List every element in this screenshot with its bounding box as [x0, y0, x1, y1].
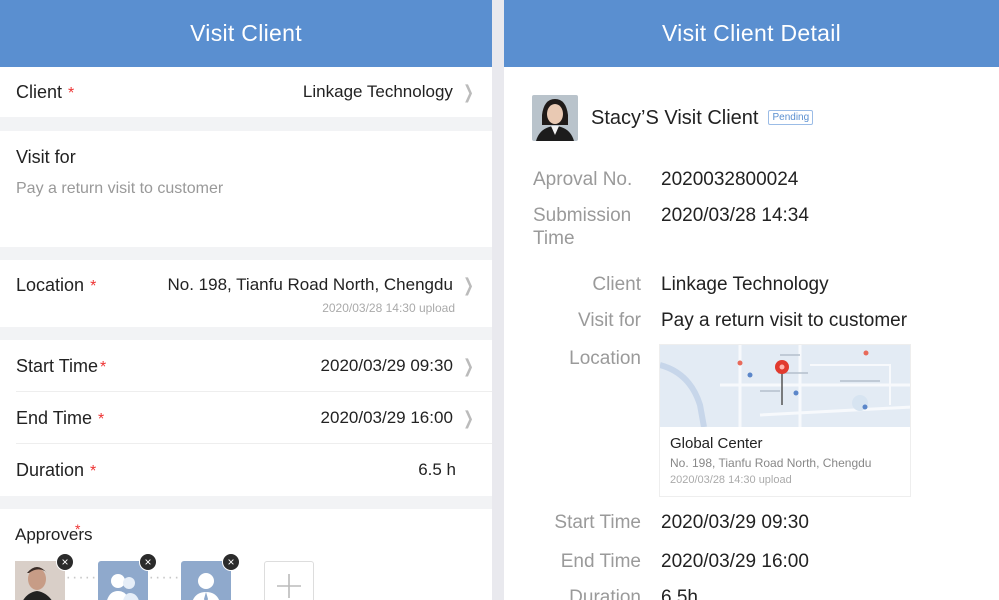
avatar — [532, 95, 578, 141]
detail-title-row: Stacy’S Visit Client Pending — [504, 67, 999, 141]
client-value: Linkage Technology — [302, 82, 453, 101]
end-time-value: 2020/03/29 16:00 — [661, 551, 809, 572]
visit-for-row: Visit for Pay a return visit to customer — [504, 309, 999, 332]
visit-client-form-panel: Visit Client Client * Linkage Technology… — [0, 0, 492, 600]
end-time-row: End Time 2020/03/29 16:00 — [504, 550, 999, 573]
required-mark: * — [100, 359, 107, 376]
approvers-card: Approvers * × ····· × ····· × — [0, 509, 492, 600]
remove-approver-icon[interactable]: × — [56, 553, 74, 571]
location-value: No. 198, Tianfu Road North, Chengdu — [167, 275, 453, 294]
chevron-right-icon: ❯ — [463, 407, 474, 428]
required-mark: * — [98, 411, 105, 428]
submission-time-value: 2020/03/28 14:34 — [661, 205, 809, 226]
client-field[interactable]: Client * Linkage Technology ❯ — [0, 67, 492, 117]
location-upload-note: 2020/03/28 14:30 upload — [670, 474, 792, 486]
start-time-value: 2020/03/29 09:30 — [320, 356, 453, 375]
visit-for-label: Visit for — [577, 310, 641, 331]
required-mark: * — [90, 463, 97, 480]
detail-header: Visit Client Detail — [504, 0, 999, 67]
start-time-value: 2020/03/29 09:30 — [661, 512, 809, 533]
start-time-label: Start Time — [16, 355, 99, 376]
add-approver-button[interactable] — [264, 561, 314, 600]
approver-list: × ····· × ····· × — [15, 553, 477, 600]
visit-for-field[interactable]: Visit for Pay a return visit to customer — [0, 131, 492, 247]
approval-no-label: Aproval No. — [533, 169, 633, 190]
location-map-card[interactable]: Global Center No. 198, Tianfu Road North… — [659, 344, 911, 497]
duration-value: 6.5h — [661, 587, 698, 600]
remove-approver-icon[interactable]: × — [222, 553, 240, 571]
visit-for-label: Visit for — [16, 147, 76, 167]
end-time-label: End Time — [560, 551, 641, 572]
submission-time-row: Submission Time 2020/03/28 14:34 — [504, 204, 999, 250]
chevron-right-icon: ❯ — [463, 355, 474, 376]
map-preview[interactable] — [660, 345, 910, 427]
location-address: No. 198, Tianfu Road North, Chengdu — [670, 456, 872, 470]
duration-label: Duration — [16, 459, 85, 480]
visit-for-value: Pay a return visit to customer — [661, 310, 908, 331]
approval-no-value: 2020032800024 — [661, 169, 799, 190]
location-place-name: Global Center — [670, 435, 763, 452]
approval-no-row: Aproval No. 2020032800024 — [504, 168, 999, 191]
approver-connector: ····· — [65, 569, 98, 586]
client-value: Linkage Technology — [661, 274, 829, 295]
visit-for-value[interactable]: Pay a return visit to customer — [16, 180, 476, 198]
chevron-right-icon: ❯ — [463, 81, 474, 102]
location-upload-note: 2020/03/28 14:30 upload — [322, 301, 455, 315]
plus-icon — [277, 574, 301, 598]
client-label: Client — [16, 81, 63, 102]
location-label: Location — [16, 274, 85, 295]
start-time-row: Start Time 2020/03/29 09:30 — [504, 511, 999, 534]
location-label: Location — [569, 348, 641, 369]
form-header: Visit Client — [0, 0, 492, 67]
start-time-label: Start Time — [554, 512, 641, 533]
duration-value: 6.5 h — [418, 460, 456, 479]
client-row: Client Linkage Technology — [504, 273, 999, 296]
visit-client-detail-panel: Visit Client Detail Stacy’S Visit Client… — [504, 0, 999, 600]
approver-avatar[interactable]: × — [15, 553, 74, 600]
remove-approver-icon[interactable]: × — [139, 553, 157, 571]
detail-title: Stacy’S Visit Client — [591, 106, 759, 129]
start-time-field[interactable]: Start Time * 2020/03/29 09:30 ❯ — [0, 340, 492, 392]
end-time-field[interactable]: End Time * 2020/03/29 16:00 ❯ — [0, 392, 492, 444]
required-mark: * — [90, 278, 97, 295]
end-time-label: End Time — [16, 407, 93, 428]
client-card: Client * Linkage Technology ❯ — [0, 67, 492, 117]
chevron-right-icon: ❯ — [463, 274, 474, 295]
required-mark: * — [75, 521, 81, 537]
client-label: Client — [592, 274, 641, 295]
location-field[interactable]: Location * No. 198, Tianfu Road North, C… — [0, 260, 492, 327]
detail-header-title: Visit Client Detail — [661, 20, 842, 46]
duration-row: Duration 6.5h — [504, 586, 999, 600]
time-card: Start Time * 2020/03/29 09:30 ❯ End Time… — [0, 340, 492, 496]
required-mark: * — [68, 85, 75, 102]
approver-user-avatar[interactable]: × — [181, 553, 240, 600]
form-header-title: Visit Client — [190, 20, 302, 46]
submission-time-label: Submission Time — [533, 205, 632, 249]
approver-connector: ····· — [148, 569, 181, 586]
status-badge: Pending — [768, 109, 814, 125]
map-icon — [660, 345, 910, 427]
approver-group-avatar[interactable]: × — [98, 553, 157, 600]
duration-label: Duration — [569, 587, 641, 600]
approvers-label: Approvers * — [15, 521, 93, 544]
duration-field: Duration * 6.5 h — [0, 444, 492, 496]
end-time-value: 2020/03/29 16:00 — [320, 408, 453, 427]
